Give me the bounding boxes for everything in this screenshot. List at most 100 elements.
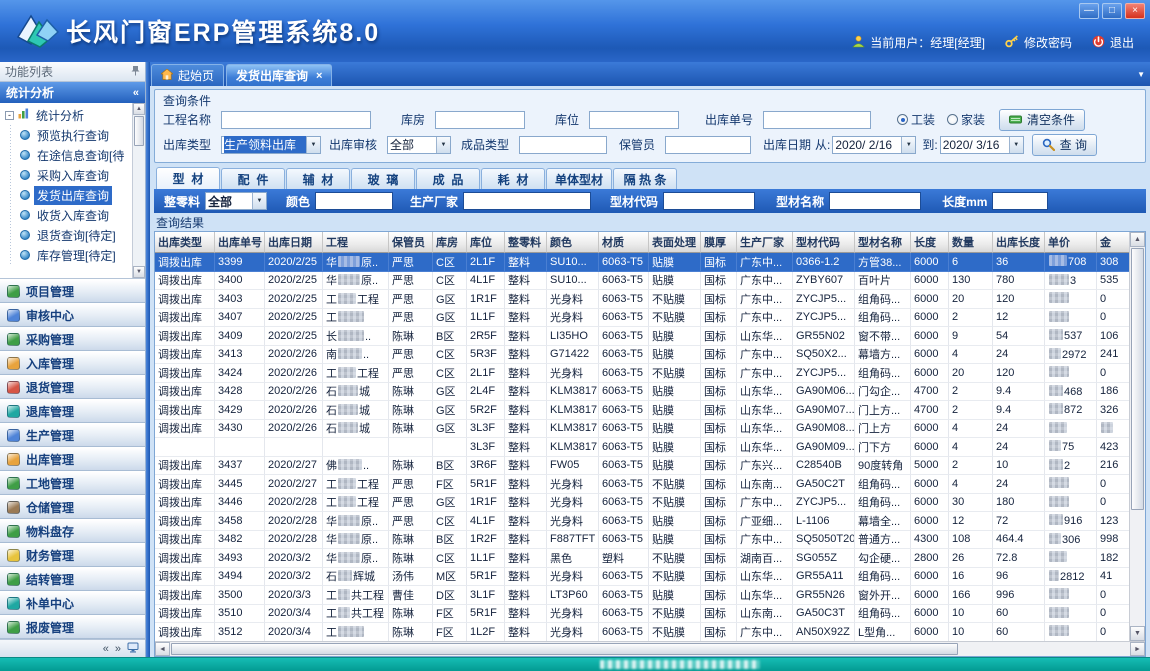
minimize-button[interactable]: — [1079, 3, 1099, 19]
cell[interactable]: 6000 [911, 346, 949, 365]
cell[interactable]: 5R3F [467, 346, 505, 365]
cell[interactable]: 不贴膜 [649, 364, 701, 383]
cell[interactable]: 6063-T5 [599, 531, 649, 550]
cell[interactable]: 国标 [701, 623, 737, 641]
cell[interactable] [1045, 586, 1097, 605]
cell[interactable]: ZYBY607 [793, 272, 855, 291]
cell[interactable]: B区 [433, 327, 467, 346]
cell[interactable]: 贴膜 [649, 438, 701, 457]
footer-left-icon[interactable]: « [103, 643, 109, 655]
cell[interactable]: 华原.. [323, 272, 389, 291]
cell[interactable] [1045, 420, 1097, 439]
cell[interactable]: 3446 [215, 494, 265, 513]
cell[interactable]: 20 [949, 290, 993, 309]
cell[interactable]: 2020/3/2 [265, 568, 323, 587]
audit-select[interactable]: 全部 ▼ [387, 136, 451, 154]
cell[interactable]: 组角码... [855, 568, 911, 587]
cell[interactable] [215, 438, 265, 457]
cell[interactable]: 整料 [505, 586, 547, 605]
table-row[interactable]: 调拨出库34132020/2/26南..严思C区5R3F整料G714226063… [155, 346, 1129, 365]
cell[interactable]: SU10... [547, 253, 599, 272]
cell[interactable]: 广东中... [737, 364, 793, 383]
cell[interactable]: 423 [1097, 438, 1129, 457]
column-header[interactable]: 膜厚 [701, 232, 737, 253]
cell[interactable]: 光身料 [547, 568, 599, 587]
column-header[interactable]: 长度 [911, 232, 949, 253]
cell[interactable]: 241 [1097, 346, 1129, 365]
cell[interactable]: 工共工程 [323, 605, 389, 624]
cell[interactable]: 186 [1097, 383, 1129, 402]
cell[interactable]: 幕墙方... [855, 346, 911, 365]
cell[interactable]: 6000 [911, 327, 949, 346]
cell[interactable]: 陈琳 [389, 605, 433, 624]
cell[interactable]: 贴膜 [649, 512, 701, 531]
column-header[interactable]: 表面处理 [649, 232, 701, 253]
cell[interactable]: 0 [1097, 623, 1129, 641]
column-header[interactable]: 出库长度 [993, 232, 1045, 253]
cell[interactable]: 国标 [701, 420, 737, 439]
sidebar-module[interactable]: 入库管理 [0, 351, 145, 375]
cell[interactable]: 2020/2/26 [265, 383, 323, 402]
cell[interactable]: L型角... [855, 623, 911, 641]
radio-gongzhuang[interactable] [897, 114, 908, 125]
cell[interactable]: 整料 [505, 438, 547, 457]
sidebar-module[interactable]: 审核中心 [0, 303, 145, 327]
table-row[interactable]: 调拨出库34932020/3/2华原..陈琳C区1L1F整料黑色塑料不贴膜国标湖… [155, 549, 1129, 568]
cell[interactable]: 1L1F [467, 309, 505, 328]
cell[interactable]: KLM3817 [547, 383, 599, 402]
cell[interactable]: G区 [433, 401, 467, 420]
cell[interactable]: 国标 [701, 475, 737, 494]
cell[interactable]: 6063-T5 [599, 327, 649, 346]
table-row[interactable]: 调拨出库34372020/2/27佛..陈琳B区3R6F整料FW056063-T… [155, 457, 1129, 476]
cell[interactable]: 4 [949, 438, 993, 457]
cell[interactable]: 华原.. [323, 549, 389, 568]
cell[interactable]: 182 [1097, 549, 1129, 568]
scrollbar-thumb[interactable] [171, 643, 958, 655]
cell[interactable]: G区 [433, 494, 467, 513]
cell[interactable]: 华原.. [323, 253, 389, 272]
cell[interactable]: 4 [949, 420, 993, 439]
cell[interactable]: 调拨出库 [155, 549, 215, 568]
cell[interactable]: 山东华... [737, 383, 793, 402]
cell[interactable]: 国标 [701, 346, 737, 365]
cell[interactable]: 9.4 [993, 401, 1045, 420]
cell[interactable]: 872 [1045, 401, 1097, 420]
cell[interactable]: 塑料 [599, 549, 649, 568]
table-row[interactable]: 调拨出库33992020/2/25华原..严思C区2L1F整料SU10...60… [155, 253, 1129, 272]
cell[interactable]: 工工程 [323, 494, 389, 513]
cell[interactable]: 工共工程 [323, 586, 389, 605]
cell[interactable]: SQ50X2... [793, 346, 855, 365]
cell[interactable]: 3482 [215, 531, 265, 550]
cell[interactable]: 国标 [701, 364, 737, 383]
cell[interactable]: ZYCJP5... [793, 364, 855, 383]
computer-icon[interactable] [127, 642, 139, 656]
cell[interactable]: 6000 [911, 586, 949, 605]
material-tab[interactable]: 单体型材 [546, 168, 612, 189]
cell[interactable] [155, 438, 215, 457]
cell[interactable]: 1R1F [467, 290, 505, 309]
cell[interactable]: 工 [323, 623, 389, 641]
cell[interactable]: 广东中... [737, 253, 793, 272]
keeper-input[interactable] [665, 136, 751, 154]
cell[interactable]: 普通方... [855, 531, 911, 550]
cell[interactable]: 2020/2/27 [265, 457, 323, 476]
cell[interactable]: 2020/2/26 [265, 401, 323, 420]
cell[interactable]: 门勾企... [855, 383, 911, 402]
cell[interactable]: 3R6F [467, 457, 505, 476]
tree-scrollbar[interactable]: ▲ ▼ [132, 103, 145, 278]
cell[interactable]: 6063-T5 [599, 494, 649, 513]
cell[interactable]: 5R1F [467, 475, 505, 494]
cell[interactable]: 调拨出库 [155, 346, 215, 365]
cell[interactable]: 108 [949, 531, 993, 550]
cell[interactable]: 3494 [215, 568, 265, 587]
cell[interactable]: C区 [433, 272, 467, 291]
cell[interactable]: 5R1F [467, 605, 505, 624]
profile-code-input[interactable] [663, 192, 755, 210]
cell[interactable]: 调拨出库 [155, 290, 215, 309]
cell[interactable]: 广东中... [737, 531, 793, 550]
column-header[interactable]: 数量 [949, 232, 993, 253]
cell[interactable]: 3L3F [467, 438, 505, 457]
radio-jiazhuang[interactable] [947, 114, 958, 125]
cell[interactable]: 南.. [323, 346, 389, 365]
cell[interactable]: 不贴膜 [649, 290, 701, 309]
